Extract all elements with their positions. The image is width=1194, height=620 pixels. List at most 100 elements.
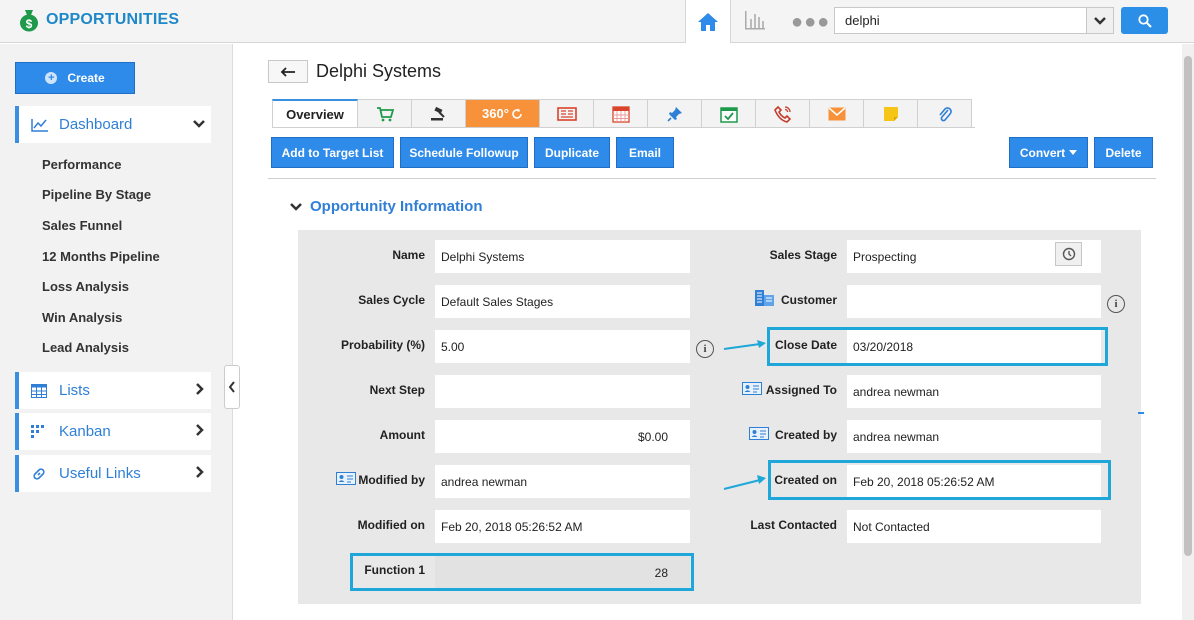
field-value-customer[interactable]: [847, 285, 1101, 318]
field-label-modified-on: Modified on: [357, 518, 425, 532]
field-label-created-by: Created by: [774, 428, 837, 442]
convert-button[interactable]: Convert: [1009, 137, 1088, 168]
top-bar: $ OPPORTUNITIES ●●●: [0, 0, 1194, 43]
highlight-box-created-on: [768, 460, 1111, 500]
chevron-right-icon: [195, 382, 205, 399]
tab-360[interactable]: 360°: [466, 99, 540, 128]
email-button[interactable]: Email: [616, 137, 674, 168]
sidebar-item-label: Kanban: [59, 423, 111, 440]
tab-gavel[interactable]: [412, 99, 466, 128]
chevron-right-icon: [195, 423, 205, 440]
phone-icon: [773, 105, 791, 123]
sidebar-item-kanban[interactable]: Kanban: [15, 413, 211, 450]
field-label-probability: Probability (%): [340, 338, 425, 352]
field-value-modified-on[interactable]: Feb 20, 2018 05:26:52 AM: [435, 510, 690, 543]
brand[interactable]: $ OPPORTUNITIES: [18, 8, 179, 32]
divider: [268, 178, 1156, 179]
create-label: Create: [67, 71, 105, 85]
search-input[interactable]: [835, 8, 1085, 33]
sidebar-item-pipeline-by-stage[interactable]: Pipeline By Stage: [42, 187, 151, 202]
sidebar-item-useful-links[interactable]: Useful Links: [15, 455, 211, 492]
cart-icon: [376, 106, 394, 121]
tab-email[interactable]: [810, 99, 864, 128]
convert-label: Convert: [1019, 145, 1066, 160]
money-bag-icon: $: [18, 8, 40, 32]
sidebar-item-label: Dashboard: [59, 116, 133, 133]
field-label-amount: Amount: [379, 428, 425, 442]
history-button[interactable]: [1055, 242, 1082, 266]
delete-button[interactable]: Delete: [1094, 137, 1153, 168]
sidebar-item-performance[interactable]: Performance: [42, 157, 121, 172]
arrow-pointer-icon: [723, 475, 766, 490]
sidebar-item-win-analysis[interactable]: Win Analysis: [42, 310, 122, 325]
refresh-icon: [512, 108, 522, 119]
search-button[interactable]: [1121, 7, 1168, 34]
field-value-probability[interactable]: 5.00: [435, 330, 690, 363]
tab-calls[interactable]: [756, 99, 810, 128]
plus-icon: +: [45, 72, 58, 84]
caret-down-icon: [1069, 150, 1078, 155]
home-button[interactable]: [685, 0, 731, 43]
field-value-name[interactable]: Delphi Systems: [435, 240, 690, 273]
field-label-customer: Customer: [780, 293, 837, 307]
newspaper-icon: [556, 106, 577, 121]
table-icon: [31, 383, 49, 398]
field-value-created-by[interactable]: andrea newman: [847, 420, 1101, 453]
field-value-next-step[interactable]: [435, 375, 690, 408]
home-icon: [698, 12, 718, 31]
search-icon: [1137, 13, 1152, 28]
field-value-modified-by[interactable]: andrea newman: [435, 465, 690, 498]
scrollbar[interactable]: [1182, 44, 1194, 620]
add-to-target-list-button[interactable]: Add to Target List: [271, 137, 394, 168]
create-button[interactable]: + Create: [15, 62, 135, 94]
field-label-assigned-to: Assigned To: [765, 383, 837, 397]
field-value-last-contacted[interactable]: Not Contacted: [847, 510, 1101, 543]
field-label-sales-cycle: Sales Cycle: [358, 293, 425, 307]
sidebar-item-dashboard[interactable]: Dashboard: [15, 106, 211, 143]
tab-sticky-notes[interactable]: [864, 99, 918, 128]
tabs-divider: [272, 127, 975, 128]
highlight-box-function-1: [350, 553, 694, 591]
field-value-amount[interactable]: $0.00: [435, 420, 690, 453]
tab-pin[interactable]: [648, 99, 702, 128]
tab-overview[interactable]: Overview: [272, 99, 358, 128]
search-dropdown-button[interactable]: [1086, 8, 1113, 33]
tab-notes[interactable]: [540, 99, 594, 128]
sidebar-item-12-months-pipeline[interactable]: 12 Months Pipeline: [42, 249, 160, 264]
field-label-name: Name: [392, 248, 425, 262]
field-value-assigned-to[interactable]: andrea newman: [847, 375, 1101, 408]
section-header-opportunity-information[interactable]: Opportunity Information: [290, 198, 482, 215]
tab-attachments[interactable]: [918, 99, 972, 128]
calendar-grid-icon: [611, 105, 630, 123]
tab-cart[interactable]: [358, 99, 412, 128]
history-icon: [1062, 247, 1075, 261]
sticky-note-icon: [883, 106, 898, 121]
sidebar-item-sales-funnel[interactable]: Sales Funnel: [42, 218, 122, 233]
sidebar-collapse-button[interactable]: [224, 365, 240, 409]
pushpin-icon: [666, 106, 682, 122]
field-value-sales-cycle[interactable]: Default Sales Stages: [435, 285, 690, 318]
chevron-down-icon: [193, 116, 205, 133]
record-tabs: Overview 360°: [272, 99, 972, 128]
reports-button[interactable]: [743, 9, 767, 34]
more-dots-icon[interactable]: ●●●: [791, 11, 830, 34]
sidebar: + Create Dashboard Performance Pipeline …: [0, 44, 233, 620]
divider-mark: [1138, 412, 1144, 414]
field-label-sales-stage: Sales Stage: [769, 248, 837, 262]
tab-calendar[interactable]: [594, 99, 648, 128]
field-label-last-contacted: Last Contacted: [750, 518, 837, 532]
arrow-pointer-icon: [723, 340, 766, 350]
tab-tasks[interactable]: [702, 99, 756, 128]
svg-text:$: $: [26, 17, 33, 31]
sidebar-item-lead-analysis[interactable]: Lead Analysis: [42, 340, 129, 355]
info-icon[interactable]: i: [1107, 295, 1125, 313]
duplicate-button[interactable]: Duplicate: [534, 137, 610, 168]
sidebar-item-lists[interactable]: Lists: [15, 372, 211, 409]
scrollbar-thumb[interactable]: [1184, 56, 1192, 556]
schedule-followup-button[interactable]: Schedule Followup: [400, 137, 528, 168]
sidebar-item-loss-analysis[interactable]: Loss Analysis: [42, 279, 129, 294]
back-button[interactable]: [268, 60, 308, 83]
line-chart-icon: [31, 118, 49, 132]
highlight-box-close-date: [767, 327, 1108, 366]
chevron-down-icon: [290, 202, 302, 211]
